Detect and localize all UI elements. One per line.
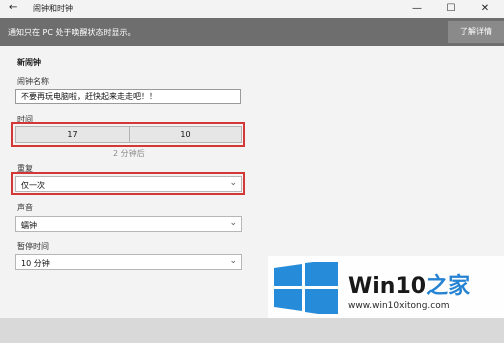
chevron-down-icon: ⌄ (229, 178, 237, 188)
sound-value: 蠕钟 (21, 221, 37, 230)
snooze-label: 暂停时间 (17, 242, 49, 251)
time-remaining-hint: 2 分钟后 (113, 149, 145, 158)
watermark-brand-accent: 之家 (426, 274, 471, 299)
repeat-dropdown[interactable]: 仅一次 ⌄ (15, 176, 242, 192)
sound-dropdown[interactable]: 蠕钟 ⌄ (15, 216, 242, 232)
alarm-name-label: 闹钟名称 (17, 77, 49, 86)
title-bar: ← 闹钟和时钟 — ☐ ✕ (0, 0, 504, 18)
learn-more-button[interactable]: 了解详情 (448, 21, 504, 43)
command-bar (0, 318, 504, 343)
time-picker[interactable]: 17 10 (15, 126, 242, 143)
chevron-down-icon: ⌄ (229, 256, 237, 266)
windows-logo-icon (274, 262, 338, 314)
minimize-button[interactable]: — (400, 0, 434, 18)
back-icon[interactable]: ← (9, 2, 17, 13)
minute-field[interactable]: 10 (130, 127, 241, 142)
alarm-name-input[interactable]: 不要再玩电脑啦，赶快起来走走吧！！ (15, 89, 241, 104)
close-button[interactable]: ✕ (468, 0, 502, 18)
snooze-value: 10 分钟 (21, 259, 50, 268)
maximize-button[interactable]: ☐ (434, 0, 468, 18)
snooze-dropdown[interactable]: 10 分钟 ⌄ (15, 254, 242, 270)
page-title: 新闹钟 (17, 58, 41, 67)
window-title: 闹钟和时钟 (33, 4, 73, 13)
chevron-down-icon: ⌄ (229, 218, 237, 228)
notification-bar: 通知只在 PC 处于唤醒状态时显示。 (0, 18, 504, 46)
alarm-window: ← 闹钟和时钟 — ☐ ✕ 通知只在 PC 处于唤醒状态时显示。 了解详情 新闹… (0, 0, 504, 343)
watermark-url: www.win10xitong.com (348, 301, 450, 311)
repeat-value: 仅一次 (21, 181, 45, 190)
watermark-brand: Win10之家 (348, 268, 470, 300)
watermark-brand-main: Win10 (348, 274, 427, 299)
hour-field[interactable]: 17 (16, 127, 130, 142)
sound-label: 声音 (17, 203, 33, 212)
notification-text: 通知只在 PC 处于唤醒状态时显示。 (8, 28, 136, 37)
watermark: Win10之家 www.win10xitong.com (268, 256, 504, 318)
